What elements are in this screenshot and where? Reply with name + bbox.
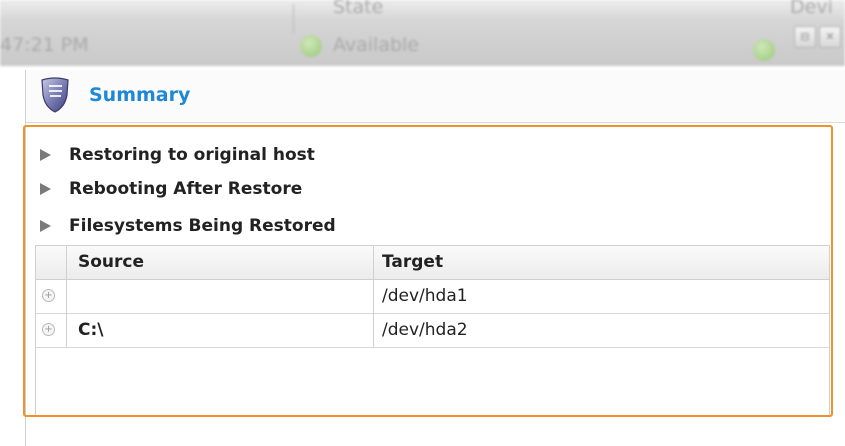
restore-window-button[interactable]: ⊟ <box>794 26 816 48</box>
window-controls: ⊟ ✕ <box>794 26 841 48</box>
summary-header: Summary <box>26 70 845 123</box>
time-text: 47:21 PM <box>0 34 89 56</box>
state-label: State <box>333 0 384 18</box>
device-label: Devi <box>790 0 833 18</box>
available-check-icon <box>300 35 322 57</box>
close-window-button[interactable]: ✕ <box>819 26 841 48</box>
shield-icon <box>41 77 69 113</box>
column-separator <box>293 4 294 34</box>
state-value: Available <box>333 34 420 56</box>
summary-title: Summary <box>89 84 191 106</box>
device-check-icon <box>753 39 775 61</box>
background-window: State 47:21 PM Available Devi ⊟ ✕ <box>0 0 845 66</box>
highlight-box <box>23 125 833 417</box>
